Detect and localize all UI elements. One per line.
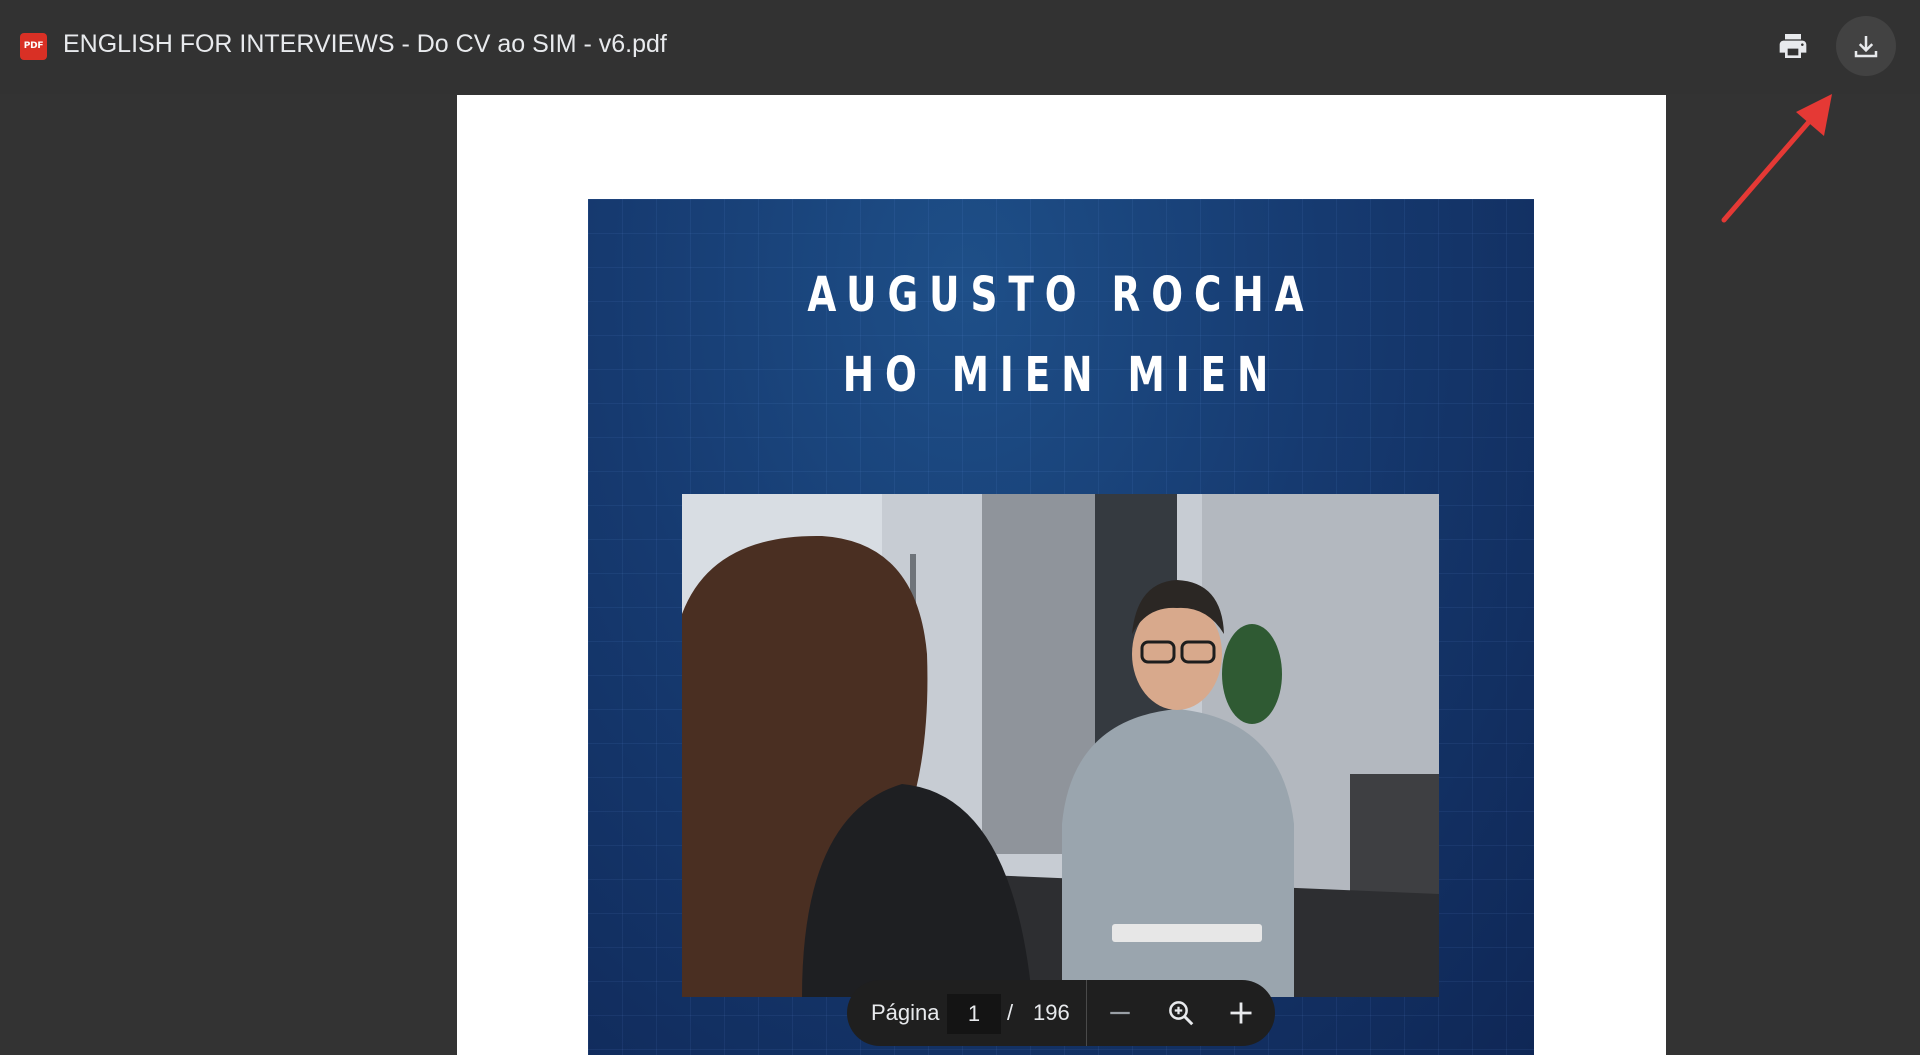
zoom-button[interactable] [1161, 993, 1201, 1033]
page-separator: / [1007, 1000, 1014, 1025]
annotation-arrow [1721, 94, 1832, 223]
cover-title-line1: AUGUSTO ROCHA [807, 267, 1315, 323]
page-label: Página [871, 1000, 940, 1025]
pdf-file-icon: PDF [20, 33, 47, 60]
pdf-page-toolbar: Página / 196 [847, 980, 1275, 1046]
interview-scene-image [682, 494, 1439, 997]
zoom-in-icon [1230, 1002, 1252, 1024]
page-number-input[interactable] [947, 994, 1001, 1034]
zoom-out-button[interactable] [1100, 993, 1140, 1033]
print-button[interactable] [1763, 16, 1823, 76]
zoom-out-icon [1110, 1011, 1130, 1015]
zoom-icon [1169, 1001, 1194, 1026]
header-bar: PDF ENGLISH FOR INTERVIEWS - Do CV ao SI… [0, 0, 1920, 94]
toolbar-divider [1086, 980, 1087, 1046]
cover-artwork: AUGUSTO ROCHA HO MIEN MIEN [588, 199, 1534, 1055]
pdf-page: AUGUSTO ROCHA HO MIEN MIEN [457, 95, 1666, 1055]
download-icon [1854, 36, 1878, 58]
print-icon [1779, 34, 1807, 58]
zoom-in-button[interactable] [1221, 993, 1261, 1033]
document-title: ENGLISH FOR INTERVIEWS - Do CV ao SIM - … [63, 30, 667, 58]
download-button[interactable] [1836, 16, 1896, 76]
total-pages: 196 [1033, 1000, 1070, 1025]
cover-title-line2: HO MIEN MIEN [842, 347, 1280, 403]
cover-photo [682, 494, 1439, 997]
